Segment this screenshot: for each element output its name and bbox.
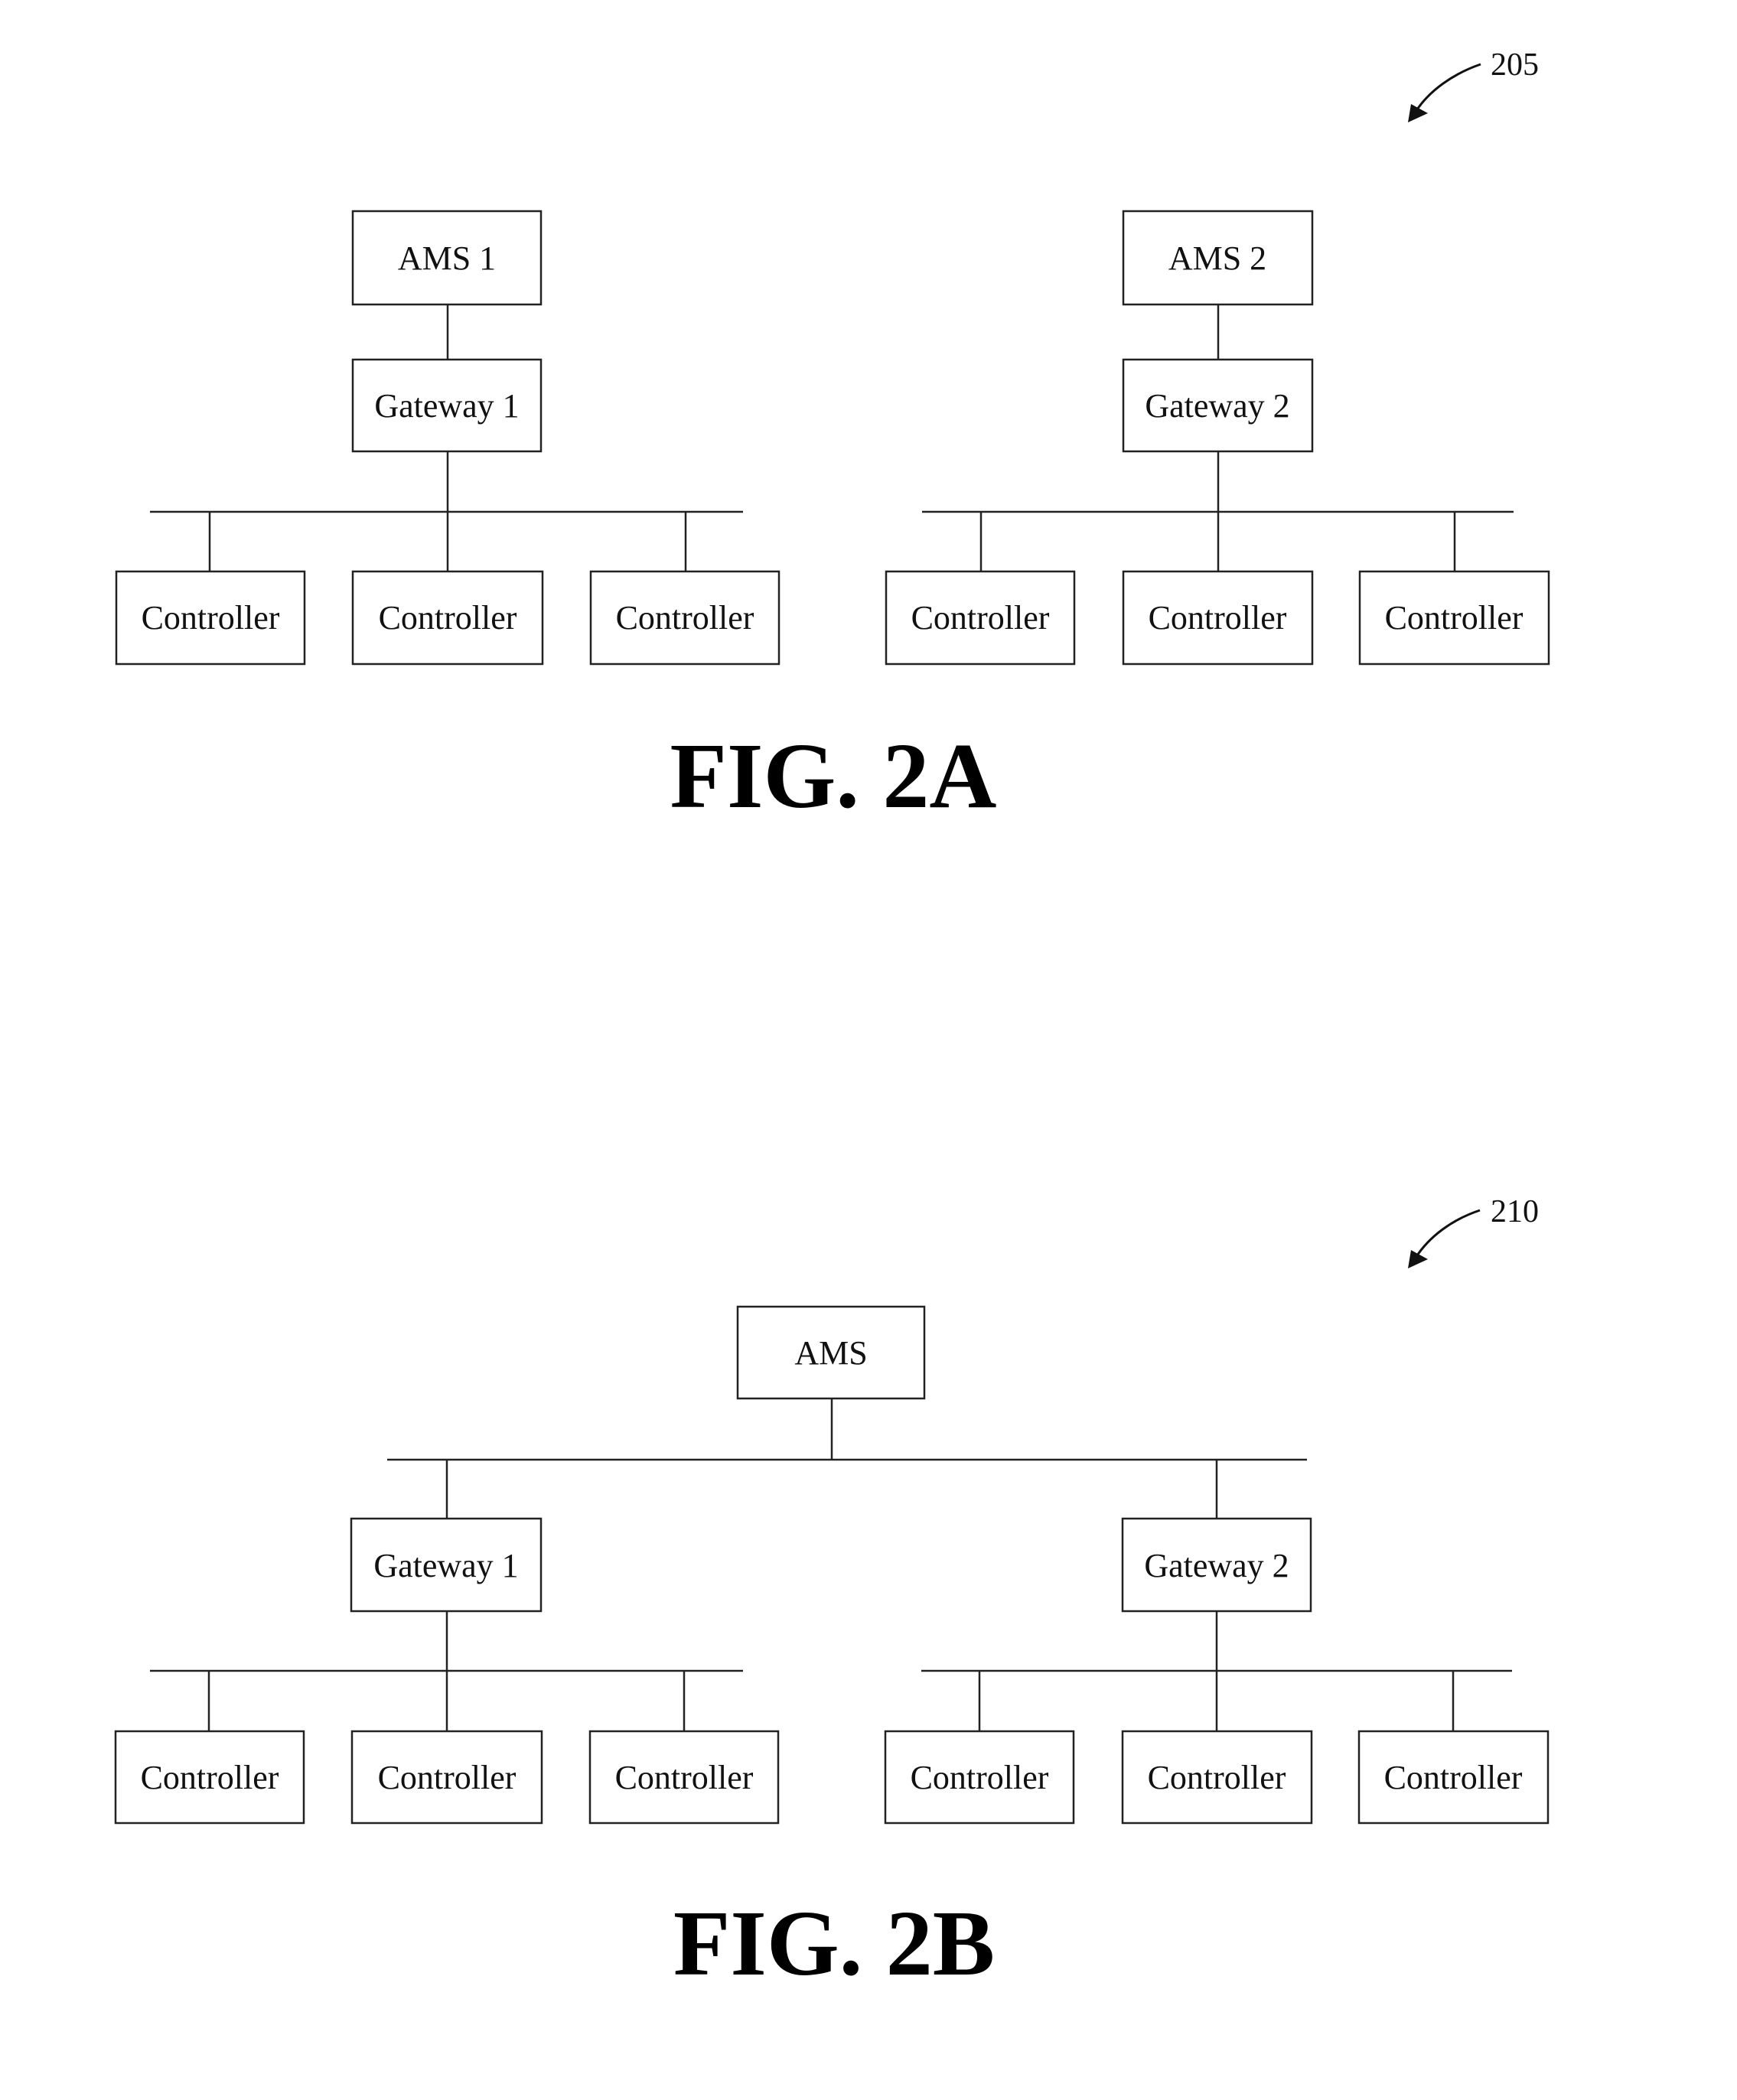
figure-title-2b: FIG. 2B	[673, 1892, 995, 1995]
node-ams: AMS	[736, 1305, 926, 1400]
node-controller: Controller	[1122, 570, 1314, 666]
node-controller: Controller	[885, 570, 1076, 666]
reference-label-205: 205	[1491, 47, 1539, 83]
node-gateway-1: Gateway 1	[351, 358, 543, 453]
figure-2a: 205 AMS 1 Gateway 1 Controller Controlle…	[115, 47, 1550, 828]
node-controller: Controller	[114, 1730, 305, 1825]
node-label: AMS 1	[398, 239, 496, 277]
node-label: Gateway 2	[1145, 387, 1289, 425]
node-controller: Controller	[1121, 1730, 1313, 1825]
node-label: Gateway 1	[374, 387, 519, 425]
reference-210: 210	[1408, 1194, 1539, 1268]
node-gateway-1: Gateway 1	[350, 1517, 543, 1613]
node-label: Controller	[1148, 1759, 1286, 1796]
reference-205: 205	[1408, 47, 1539, 122]
node-label: AMS 2	[1168, 239, 1266, 277]
node-controller: Controller	[884, 1730, 1075, 1825]
node-label: Controller	[141, 1759, 279, 1796]
node-controller: Controller	[588, 1730, 780, 1825]
node-controller: Controller	[115, 570, 306, 666]
node-label: Controller	[616, 599, 754, 637]
node-label: Controller	[911, 599, 1050, 637]
node-label: Controller	[378, 1759, 517, 1796]
node-label: Controller	[379, 599, 517, 637]
figure-title-2a: FIG. 2A	[670, 724, 997, 828]
node-label: Gateway 1	[373, 1547, 518, 1584]
node-ams-1: AMS 1	[351, 210, 543, 306]
node-label: Controller	[1385, 599, 1524, 637]
node-label: Controller	[911, 1759, 1049, 1796]
node-controller: Controller	[350, 1730, 543, 1825]
reference-arrow-210	[1414, 1209, 1481, 1258]
patent-drawing-sheet: 205 AMS 1 Gateway 1 Controller Controlle…	[114, 47, 1550, 1995]
node-controller: Controller	[589, 570, 781, 666]
node-label: Controller	[1149, 599, 1287, 637]
node-label: Controller	[615, 1759, 754, 1796]
reference-arrow-205	[1414, 63, 1481, 112]
node-gateway-2: Gateway 2	[1121, 1517, 1312, 1613]
node-controller: Controller	[1357, 1730, 1550, 1825]
node-gateway-2: Gateway 2	[1122, 358, 1314, 453]
node-label: Controller	[142, 599, 280, 637]
node-label: AMS	[794, 1334, 867, 1372]
node-controller: Controller	[351, 570, 544, 666]
figure-2b: 210 AMS Gateway 1 Gateway 2 Controller C…	[114, 1194, 1550, 1995]
node-ams-2: AMS 2	[1122, 210, 1314, 306]
node-label: Controller	[1384, 1759, 1523, 1796]
node-controller: Controller	[1358, 570, 1550, 666]
reference-label-210: 210	[1491, 1194, 1539, 1229]
node-label: Gateway 2	[1144, 1547, 1289, 1584]
